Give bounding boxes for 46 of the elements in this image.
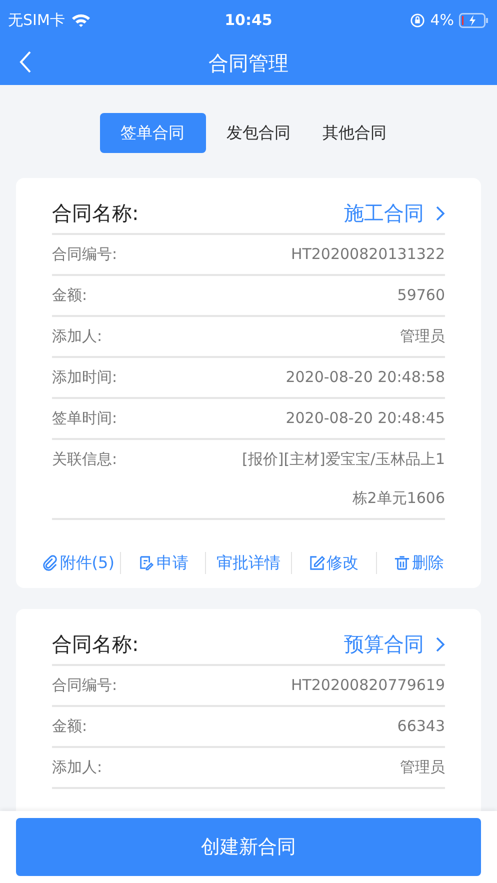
field-value: HT20200820131322 xyxy=(290,244,445,265)
field-label: 合同编号: xyxy=(52,245,118,264)
contract-name-label: 合同名称: xyxy=(52,200,139,227)
trash-icon xyxy=(394,555,410,571)
field-label: 添加时间: xyxy=(52,368,118,387)
edit-icon xyxy=(308,555,325,571)
back-button[interactable] xyxy=(18,50,32,74)
chevron-right-icon xyxy=(436,206,445,220)
card-action-button[interactable]: 附件(5) xyxy=(36,551,120,575)
field-label: 签单时间: xyxy=(52,409,118,428)
card-action-button[interactable]: 删除 xyxy=(376,551,462,575)
contract-tab[interactable]: 发包合同 xyxy=(216,113,302,153)
card-action-button[interactable]: 修改 xyxy=(292,551,376,575)
clock-time: 10:45 xyxy=(224,10,274,31)
battery-icon xyxy=(459,12,489,28)
field-value: 59760 xyxy=(397,285,445,306)
rotation-lock-icon xyxy=(410,12,426,28)
contract-name-link[interactable]: 预算合同 xyxy=(344,629,445,659)
field-value: 66343 xyxy=(397,716,445,737)
card-action-button[interactable]: 审批详情 xyxy=(206,551,291,575)
card-action-button[interactable]: 申请 xyxy=(121,551,206,575)
field-label: 关联信息: xyxy=(52,450,118,469)
field-value: 管理员 xyxy=(400,757,445,778)
carrier-label: 无SIM卡 xyxy=(8,10,65,31)
paperclip-icon xyxy=(42,555,58,571)
field-value: HT20200820779619 xyxy=(290,675,445,696)
create-contract-button[interactable]: 创建新合同 xyxy=(16,818,481,876)
field-value: 2020-08-20 20:48:45 xyxy=(286,408,445,429)
chevron-right-icon xyxy=(436,636,445,652)
field-value: 2020-08-20 20:48:58 xyxy=(286,367,445,388)
contract-tab[interactable]: 签单合同 xyxy=(100,113,206,153)
field-label: 合同编号: xyxy=(52,676,118,695)
field-label: 金额: xyxy=(52,286,88,305)
field-value: 管理员 xyxy=(400,326,445,347)
page-title: 合同管理 xyxy=(208,50,290,76)
field-label: 添加人: xyxy=(52,327,102,346)
field-label: 添加人: xyxy=(52,758,102,777)
document-pen-icon xyxy=(138,555,154,571)
field-label: 金额: xyxy=(52,717,88,736)
field-value: [报价][主材]爱宝宝/玉林品上1栋2单元1606 xyxy=(240,449,445,509)
wifi-icon xyxy=(70,13,91,27)
battery-percent: 4% xyxy=(430,10,454,31)
contract-name-link[interactable]: 施工合同 xyxy=(344,198,445,228)
back-icon xyxy=(18,50,32,74)
contract-name-label: 合同名称: xyxy=(52,631,139,658)
contract-tab[interactable]: 其他合同 xyxy=(312,113,398,153)
